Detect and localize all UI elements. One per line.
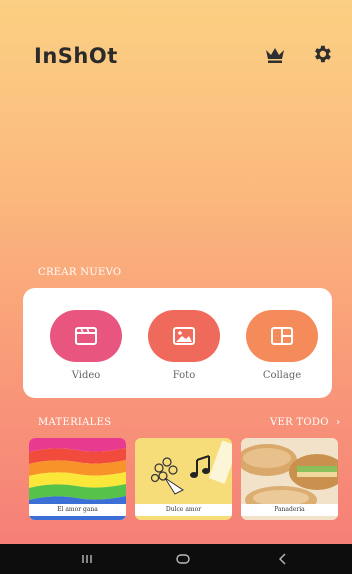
video-label: Video	[71, 370, 101, 381]
material-caption: Dulce amor	[135, 504, 232, 516]
see-all-label: VER TODO	[270, 417, 329, 428]
clapperboard-icon	[75, 327, 97, 345]
material-item-bakery[interactable]: Panaderia	[241, 438, 338, 520]
video-button[interactable]	[50, 310, 122, 362]
materials-heading: MATERIALES	[38, 417, 112, 428]
back-icon[interactable]	[276, 552, 290, 566]
home-screen: InShOt CREAR NUEVO Video Foto Collage MA…	[0, 0, 352, 544]
app-logo: InShOt	[34, 44, 118, 68]
recent-apps-icon[interactable]	[80, 552, 94, 566]
layout-icon	[271, 327, 293, 345]
material-item-rainbow[interactable]: El amor gana	[29, 438, 126, 520]
photo-button[interactable]	[148, 310, 220, 362]
material-caption: El amor gana	[29, 504, 126, 516]
material-item-sweet-love[interactable]: Dulce amor	[135, 438, 232, 520]
see-all-link[interactable]: VER TODO ›	[270, 417, 341, 428]
photo-label: Foto	[172, 370, 196, 381]
chevron-right-icon: ›	[336, 417, 341, 428]
image-icon	[173, 327, 195, 345]
home-icon[interactable]	[175, 552, 191, 566]
material-caption: Panaderia	[241, 504, 338, 516]
create-new-heading: CREAR NUEVO	[38, 267, 122, 278]
collage-label: Collage	[262, 370, 302, 381]
gear-icon[interactable]	[311, 43, 333, 65]
system-navbar	[0, 544, 352, 574]
create-card: Video Foto Collage	[23, 288, 332, 398]
collage-button[interactable]	[246, 310, 318, 362]
crown-icon[interactable]	[264, 46, 286, 64]
